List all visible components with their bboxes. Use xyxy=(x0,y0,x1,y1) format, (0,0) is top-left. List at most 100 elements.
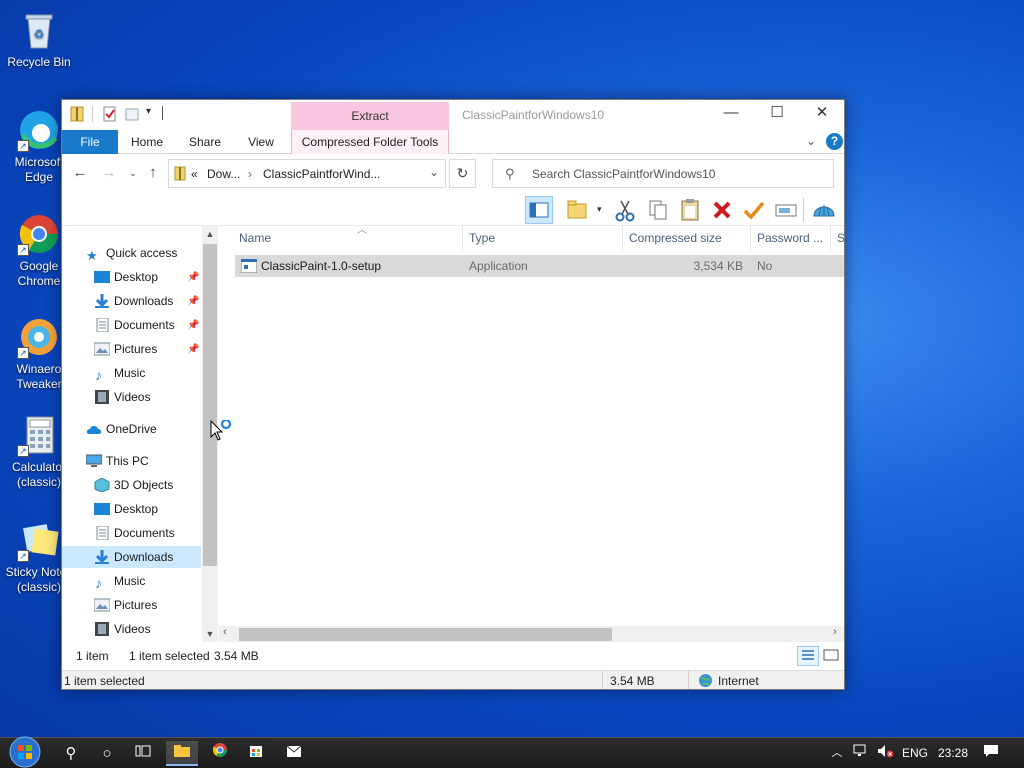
recent-locations-chevron-icon[interactable]: ⌄ xyxy=(124,164,142,182)
pin-icon[interactable]: 📌 xyxy=(187,291,199,313)
column-header-compressed-size[interactable]: Compressed size xyxy=(623,226,751,250)
tab-share[interactable]: Share xyxy=(180,130,230,154)
extract-folder-button[interactable] xyxy=(565,196,593,224)
details-view-icon xyxy=(802,650,814,660)
large-icons-view-icon xyxy=(823,649,839,661)
nav-qa-downloads[interactable]: Downloads 📌 xyxy=(62,290,202,312)
search-input[interactable]: Search ClassicPaintforWindows10 xyxy=(532,167,715,181)
check-button[interactable] xyxy=(740,196,768,224)
file-list: ︿ Name Type Compressed size Password ...… xyxy=(219,226,844,642)
address-segment-downloads[interactable]: Dow... xyxy=(207,167,240,181)
tab-file[interactable]: File xyxy=(62,130,118,154)
nav-label: This PC xyxy=(106,454,149,468)
open-in-button[interactable] xyxy=(810,196,838,224)
close-button[interactable]: ✕ xyxy=(799,100,844,128)
cut-button[interactable] xyxy=(611,196,639,224)
forward-arrow-icon[interactable]: → xyxy=(100,164,118,182)
column-header-name[interactable]: ︿ Name xyxy=(233,226,463,250)
customize-qa-chevron-icon[interactable]: ▾ xyxy=(146,106,151,117)
maximize-button[interactable]: ☐ xyxy=(754,100,800,128)
nav-onedrive[interactable]: OneDrive xyxy=(62,418,202,440)
nav-qa-documents[interactable]: Documents 📌 xyxy=(62,314,202,336)
language-indicator[interactable]: ENG xyxy=(902,746,928,760)
task-view-icon[interactable] xyxy=(128,741,158,766)
nav-pc-desktop[interactable]: Desktop xyxy=(62,498,202,520)
nav-qa-videos[interactable]: Videos xyxy=(62,386,202,408)
copy-button[interactable] xyxy=(644,196,672,224)
scroll-right-arrow-icon[interactable]: › xyxy=(833,626,837,638)
nav-qa-pictures[interactable]: Pictures 📌 xyxy=(62,338,202,360)
tab-home[interactable]: Home xyxy=(122,130,172,154)
rename-button[interactable] xyxy=(772,196,800,224)
search-icon[interactable]: ⚲ xyxy=(56,741,86,766)
refresh-button[interactable]: ↻ xyxy=(449,159,476,188)
mail-taskbar-icon[interactable] xyxy=(279,741,309,766)
expand-ribbon-chevron-icon[interactable]: ⌄ xyxy=(806,134,816,148)
store-taskbar-icon[interactable] xyxy=(241,741,271,766)
qa-separator xyxy=(92,106,93,122)
nav-pc-music[interactable]: ♪ Music xyxy=(62,570,202,592)
tab-compressed-folder-tools[interactable]: Compressed Folder Tools xyxy=(291,130,449,154)
address-overflow[interactable]: « xyxy=(191,167,198,181)
column-header-password[interactable]: Password ... xyxy=(751,226,831,250)
file-horizontal-scrollbar[interactable]: ‹ › xyxy=(219,626,844,642)
delete-button[interactable] xyxy=(708,196,736,224)
new-folder-icon[interactable] xyxy=(124,106,140,122)
nav-pc-pictures[interactable]: Pictures xyxy=(62,594,202,616)
taskbar: ⚲ ○ ︿ ENG 23:28 xyxy=(0,734,1024,768)
nav-pc-downloads[interactable]: Downloads xyxy=(62,546,201,568)
nav-pc-3d-objects[interactable]: 3D Objects xyxy=(62,474,202,496)
application-icon xyxy=(241,259,257,273)
preview-pane-button[interactable] xyxy=(525,196,553,224)
column-header-size[interactable]: Si xyxy=(831,226,844,250)
pin-icon[interactable]: 📌 xyxy=(187,315,199,337)
desktop-icon-recycle-bin[interactable]: ♻ Recycle Bin xyxy=(0,8,78,70)
address-dropdown-chevron-icon[interactable]: ⌄ xyxy=(429,165,439,179)
back-arrow-icon[interactable]: ← xyxy=(71,164,89,182)
cortana-circle-icon[interactable]: ○ xyxy=(92,741,122,766)
nav-qa-desktop[interactable]: Desktop 📌 xyxy=(62,266,202,288)
clock[interactable]: 23:28 xyxy=(938,746,968,760)
details-view-button[interactable] xyxy=(797,646,819,666)
cloud-icon xyxy=(86,426,102,434)
address-bar[interactable]: « Dow... › ClassicPaintforWind... ⌄ xyxy=(168,159,446,188)
paste-button[interactable] xyxy=(676,196,704,224)
search-box[interactable]: ⚲ Search ClassicPaintforWindows10 xyxy=(492,159,834,188)
scroll-down-arrow-icon[interactable]: ▼ xyxy=(202,626,218,642)
navigation-pane: ★ Quick access Desktop 📌 Downloads 📌 Doc… xyxy=(62,226,218,642)
nav-this-pc[interactable]: This PC xyxy=(62,450,202,472)
help-icon[interactable]: ? xyxy=(826,133,843,150)
star-icon: ★ xyxy=(86,248,98,263)
scroll-left-arrow-icon[interactable]: ‹ xyxy=(223,626,227,638)
volume-muted-icon[interactable] xyxy=(870,741,900,766)
large-icons-view-button[interactable] xyxy=(821,646,841,666)
properties-icon[interactable] xyxy=(102,106,118,122)
column-header-type[interactable]: Type xyxy=(463,226,623,250)
pictures-icon xyxy=(94,342,110,356)
pin-icon[interactable]: 📌 xyxy=(187,339,199,361)
nav-quick-access[interactable]: ★ Quick access xyxy=(62,242,202,264)
nav-pc-documents[interactable]: Documents xyxy=(62,522,202,544)
details-size: 3.54 MB xyxy=(610,674,655,688)
action-center-icon[interactable] xyxy=(976,741,1006,766)
chrome-taskbar-icon[interactable] xyxy=(205,741,235,766)
tab-view[interactable]: View xyxy=(236,130,286,154)
scroll-thumb[interactable] xyxy=(203,244,217,566)
address-separator[interactable]: › xyxy=(248,167,252,181)
minimize-button[interactable]: — xyxy=(708,100,754,128)
nav-pc-videos[interactable]: Videos xyxy=(62,618,202,640)
nav-label: Downloads xyxy=(114,550,174,564)
up-arrow-icon[interactable]: ↑ xyxy=(144,164,162,182)
music-note-icon: ♪ xyxy=(95,367,102,383)
start-button[interactable] xyxy=(6,734,44,768)
pin-icon[interactable]: 📌 xyxy=(187,267,199,289)
scroll-thumb[interactable] xyxy=(239,628,612,641)
3d-objects-icon xyxy=(94,478,110,492)
details-separator xyxy=(602,671,603,689)
address-segment-folder[interactable]: ClassicPaintforWind... xyxy=(263,167,380,181)
dropdown-chevron-icon[interactable]: ▾ xyxy=(597,204,602,215)
table-row[interactable]: ClassicPaint-1.0-setup Application 3,534… xyxy=(235,255,844,277)
file-explorer-taskbar-icon[interactable] xyxy=(166,741,198,766)
nav-qa-music[interactable]: ♪ Music xyxy=(62,362,202,384)
scroll-up-arrow-icon[interactable]: ▲ xyxy=(202,226,218,242)
